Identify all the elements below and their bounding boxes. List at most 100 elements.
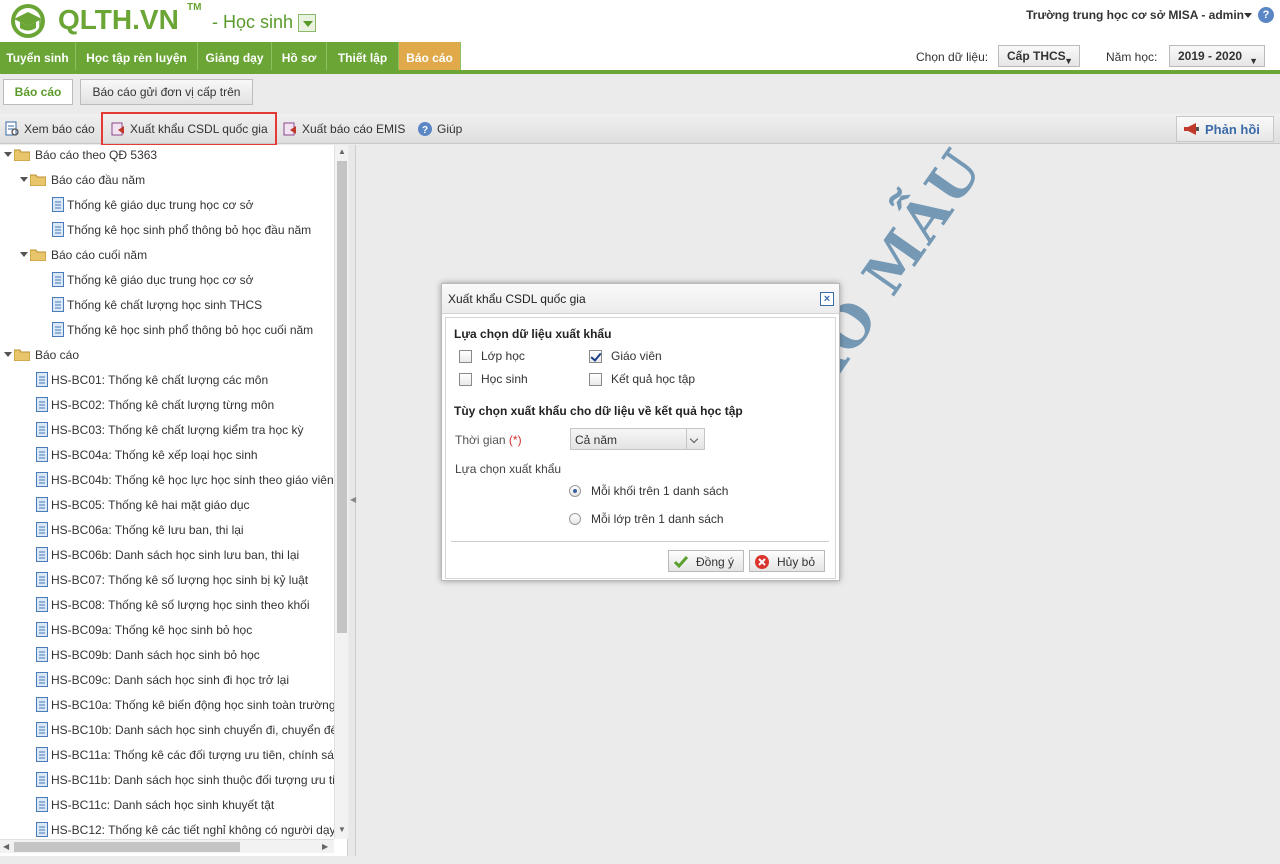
expand-arrow-icon[interactable] [20, 252, 28, 257]
scroll-left-icon[interactable]: ◀ [3, 842, 9, 851]
collapse-arrow-icon[interactable]: ◀ [350, 495, 356, 509]
scroll-down-icon[interactable]: ▼ [338, 825, 346, 834]
document-icon [52, 322, 64, 337]
confirm-label: Đồng ý [696, 555, 735, 569]
time-select[interactable]: Cả năm [570, 428, 705, 450]
report-list-item-label: HS-BC11c: Danh sách học sinh khuyết tật [51, 798, 275, 812]
tab-tuyen-sinh[interactable]: Tuyển sinh [0, 42, 76, 70]
folder-icon [30, 249, 46, 261]
dialog-divider [451, 541, 829, 542]
expand-arrow-icon[interactable] [4, 152, 12, 157]
tree-horizontal-scrollbar[interactable]: ◀ ▶ [0, 839, 334, 853]
scroll-thumb[interactable] [14, 842, 240, 852]
report-list-item-label: HS-BC03: Thống kê chất lượng kiểm tra họ… [51, 423, 304, 437]
school-year-value: 2019 - 2020 [1178, 49, 1243, 63]
report-subtabs: Báo cáo Báo cáo gửi đơn vị cấp trên [0, 76, 1280, 110]
chevron-down-icon[interactable] [686, 429, 704, 449]
tree-label: Thống kê học sinh phổ thông bỏ học đầu n… [67, 223, 312, 237]
close-icon[interactable]: × [820, 292, 834, 306]
checkbox-hoc-sinh[interactable] [459, 373, 472, 386]
tree-label: Báo cáo [35, 348, 80, 362]
dialog-title: Xuất khẩu CSDL quốc gia [448, 292, 586, 306]
folder-icon [14, 349, 30, 361]
data-level-select[interactable]: Cấp THCS ▼ [998, 45, 1080, 67]
time-select-value: Cả năm [575, 433, 618, 447]
document-icon [52, 272, 64, 287]
confirm-button[interactable]: Đồng ý [668, 550, 744, 572]
document-icon [52, 197, 64, 212]
document-icon [36, 822, 48, 837]
report-list-item-label: HS-BC10a: Thống kê biến động học sinh to… [51, 698, 336, 712]
tab-ho-so[interactable]: Hồ sơ [272, 42, 327, 70]
school-year-select[interactable]: 2019 - 2020 ▼ [1169, 45, 1265, 67]
tab-bao-cao[interactable]: Báo cáo [399, 42, 461, 70]
report-tree: Báo cáo theo QĐ 5363 Báo cáo đầu năm Thố… [0, 145, 348, 856]
radio-per-class[interactable] [569, 513, 581, 525]
export-emis-label: Xuất báo cáo EMIS [302, 122, 406, 136]
time-label: Thời gian (*) [455, 433, 522, 447]
report-list-item-label: HS-BC05: Thống kê hai mặt giáo dục [51, 498, 250, 512]
document-icon [36, 472, 48, 487]
subtab-bao-cao-cap-tren[interactable]: Báo cáo gửi đơn vị cấp trên [80, 79, 253, 105]
tree-label: Báo cáo đầu năm [51, 173, 146, 187]
checkbox-label: Kết quả học tập [611, 372, 696, 386]
document-icon [36, 672, 48, 687]
document-icon [36, 497, 48, 512]
document-icon [52, 222, 64, 237]
folder-icon [30, 174, 46, 186]
chevron-down-icon[interactable] [1244, 13, 1252, 18]
document-icon [36, 372, 48, 387]
brand-name: QLTH.VN TM [58, 2, 202, 35]
subtab-bao-cao[interactable]: Báo cáo [3, 79, 73, 105]
data-level-value: Cấp THCS [1007, 49, 1066, 63]
tree-label: Thống kê giáo dục trung học cơ sở [67, 198, 254, 212]
scroll-thumb[interactable] [337, 161, 347, 633]
document-icon [36, 747, 48, 762]
report-list-item-label: HS-BC08: Thống kê số lượng học sinh theo… [51, 598, 310, 612]
document-icon [36, 647, 48, 662]
required-mark: (*) [508, 433, 522, 447]
tree-vertical-scrollbar[interactable]: ▲ ▼ [334, 145, 348, 839]
tab-thiet-lap[interactable]: Thiết lập [327, 42, 399, 70]
tab-giang-day[interactable]: Giảng dạy [198, 42, 272, 70]
data-select-label: Chọn dữ liệu: [916, 50, 989, 64]
report-list-item-label: HS-BC01: Thống kê chất lượng các môn [51, 373, 269, 387]
report-list-item-label: HS-BC10b: Danh sách học sinh chuyển đi, … [51, 723, 344, 737]
cancel-icon [755, 555, 769, 569]
help-label: Giúp [437, 122, 463, 136]
scroll-right-icon[interactable]: ▶ [322, 842, 328, 851]
help-icon[interactable]: ? [1258, 7, 1274, 23]
tree-label: Thống kê học sinh phổ thông bỏ học cuối … [67, 323, 314, 337]
expand-arrow-icon[interactable] [20, 177, 28, 182]
view-report-icon [5, 121, 19, 136]
document-icon [36, 697, 48, 712]
role-label: - Học sinh [212, 12, 294, 32]
tab-hoc-tap-ren-luyen[interactable]: Học tập rèn luyện [76, 42, 198, 70]
role-dropdown-button[interactable] [298, 14, 316, 32]
checkbox-ket-qua-hoc-tap[interactable] [589, 373, 602, 386]
expand-arrow-icon[interactable] [4, 352, 12, 357]
feedback-label: Phản hồi [1205, 122, 1260, 137]
report-list-item-label: HS-BC04a: Thống kê xếp loại học sinh [51, 448, 258, 462]
help-button[interactable]: ? Giúp [417, 121, 467, 139]
cancel-button[interactable]: Hủy bỏ [749, 550, 825, 572]
export-national-db-dialog: Xuất khẩu CSDL quốc gia × Lựa chọn dữ li… [441, 283, 840, 581]
main-nav: Tuyển sinh Học tập rèn luyện Giảng dạy H… [0, 42, 1280, 74]
time-label-text: Thời gian [455, 433, 506, 447]
document-icon [36, 797, 48, 812]
tree-label: Thống kê chất lượng học sinh THCS [67, 298, 263, 312]
school-user-menu[interactable]: Trường trung học cơ sở MISA - admin [1026, 8, 1244, 22]
export-emis-button[interactable]: Xuất báo cáo EMIS [282, 121, 407, 139]
document-icon [36, 397, 48, 412]
radio-label: Mỗi lớp trên 1 danh sách [591, 512, 724, 526]
checkbox-giao-vien[interactable] [589, 350, 602, 363]
export-emis-icon [283, 122, 296, 136]
megaphone-icon [1184, 123, 1199, 135]
view-report-button[interactable]: Xem báo cáo [4, 121, 100, 139]
radio-per-grade[interactable] [569, 485, 581, 497]
scroll-up-icon[interactable]: ▲ [338, 147, 346, 156]
checkbox-lop-hoc[interactable] [459, 350, 472, 363]
document-icon [36, 622, 48, 637]
feedback-button[interactable]: Phản hồi [1176, 116, 1274, 142]
document-icon [36, 422, 48, 437]
